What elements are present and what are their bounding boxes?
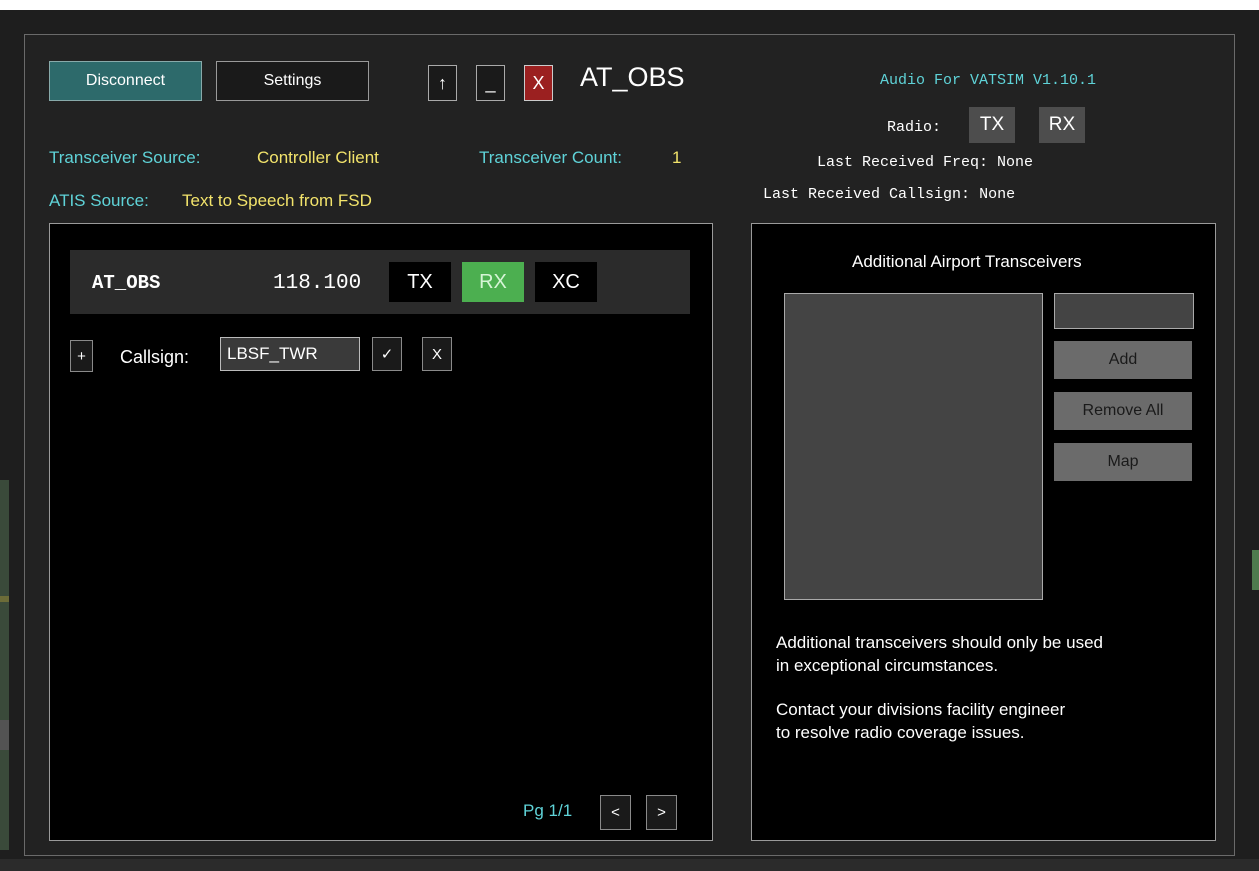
contact-note-line2: to resolve radio coverage issues. <box>776 723 1025 742</box>
add-airport-button[interactable]: Add <box>1054 341 1192 379</box>
page-indicator: Pg 1/1 <box>523 801 573 820</box>
station-row: AT_OBS 118.100 TX RX XC <box>70 250 690 314</box>
additional-transceivers-panel: Additional Airport Transceivers Add Remo… <box>751 223 1216 841</box>
background-window-edge-left <box>0 480 9 850</box>
radio-rx-indicator: RX <box>1039 107 1085 143</box>
atis-source-label: ATIS Source: <box>49 191 149 210</box>
next-page-button[interactable]: > <box>646 795 677 830</box>
prev-page-button[interactable]: < <box>600 795 631 830</box>
contact-note-line1: Contact your divisions facility engineer <box>776 700 1066 719</box>
warning-note-line1: Additional transceivers should only be u… <box>776 633 1103 652</box>
transceiver-source-label: Transceiver Source: <box>49 148 201 167</box>
last-freq-value: None <box>997 154 1034 171</box>
last-received-callsign: Last Received Callsign: None <box>763 186 1015 203</box>
top-edge <box>0 0 1259 10</box>
afv-main-window: Disconnect Settings ↑ _ X AT_OBS Transce… <box>24 34 1235 856</box>
background-window-edge-left-accent <box>0 596 9 602</box>
background-window-edge-right <box>1252 550 1259 590</box>
last-freq-label: Last Received Freq: <box>817 154 989 171</box>
last-callsign-value: None <box>979 186 1016 203</box>
app-version: Audio For VATSIM V1.10.1 <box>880 72 1097 89</box>
map-button[interactable]: Map <box>1054 443 1192 481</box>
last-received-freq: Last Received Freq: None <box>817 154 1033 171</box>
always-on-top-button[interactable]: ↑ <box>428 65 457 101</box>
callsign-input[interactable] <box>220 337 360 371</box>
transceiver-count-value: 1 <box>672 148 682 167</box>
warning-note: Additional transceivers should only be u… <box>776 631 1103 677</box>
cancel-callsign-button[interactable]: X <box>422 337 452 371</box>
close-button[interactable]: X <box>524 65 553 101</box>
additional-transceivers-list[interactable] <box>784 293 1043 600</box>
add-station-button[interactable]: + <box>70 340 93 372</box>
atis-source-value: Text to Speech from FSD <box>182 191 372 210</box>
radio-label: Radio: <box>887 119 942 136</box>
transceiver-panel: AT_OBS 118.100 TX RX XC + Callsign: ✓ X … <box>49 223 713 841</box>
station-callsign: AT_OBS <box>92 272 161 294</box>
transceiver-source-value: Controller Client <box>257 148 379 167</box>
airport-input[interactable] <box>1054 293 1194 329</box>
confirm-callsign-button[interactable]: ✓ <box>372 337 402 371</box>
window-title: AT_OBS <box>580 62 685 92</box>
transceiver-count-label: Transceiver Count: <box>479 148 622 167</box>
callsign-label: Callsign: <box>120 347 190 367</box>
warning-note-line2: in exceptional circumstances. <box>776 656 999 675</box>
station-frequency: 118.100 <box>273 272 362 295</box>
station-tx-button[interactable]: TX <box>389 262 451 302</box>
settings-button[interactable]: Settings <box>216 61 369 101</box>
station-rx-button[interactable]: RX <box>462 262 524 302</box>
remove-all-button[interactable]: Remove All <box>1054 392 1192 430</box>
radio-tx-indicator: TX <box>969 107 1015 143</box>
disconnect-button[interactable]: Disconnect <box>49 61 202 101</box>
contact-note: Contact your divisions facility engineer… <box>776 698 1065 744</box>
background-window-edge-left-gray <box>0 720 9 750</box>
additional-transceivers-title: Additional Airport Transceivers <box>852 252 1082 271</box>
minimize-button[interactable]: _ <box>476 65 505 101</box>
background-taskbar-strip <box>0 859 1259 871</box>
last-callsign-label: Last Received Callsign: <box>763 186 971 203</box>
station-xc-button[interactable]: XC <box>535 262 597 302</box>
